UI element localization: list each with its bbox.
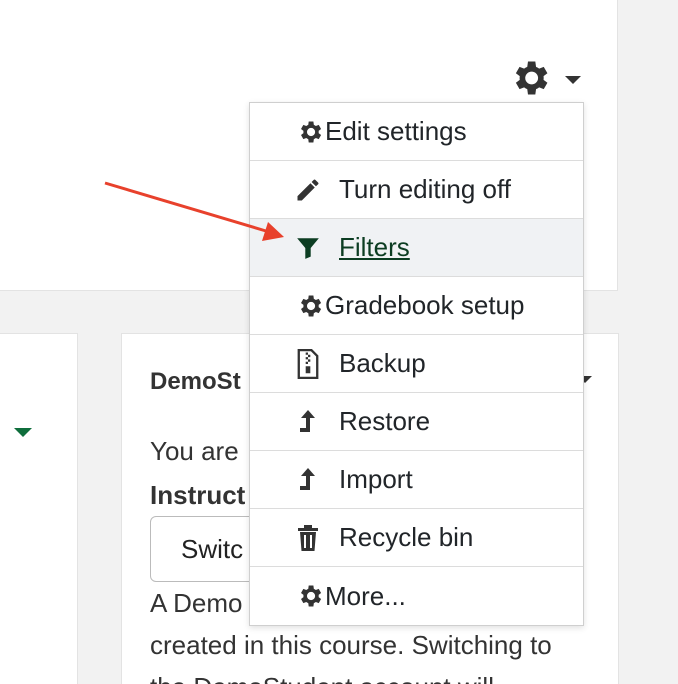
instructor-label: Instruct: [150, 480, 246, 510]
menu-item-label: Restore: [339, 406, 431, 436]
demo-description-line: the DemoStudent account will: [150, 672, 494, 684]
page: DemoSt You are Instruct Switc A Demo cre…: [0, 0, 678, 684]
pencil-icon: [293, 175, 323, 205]
demo-description-line: created in this course. Switching to: [150, 630, 552, 660]
menu-item-label: Gradebook setup: [325, 290, 525, 320]
menu-item-turn-editing-off[interactable]: Turn editing off: [250, 161, 583, 219]
menu-item-recycle-bin[interactable]: Recycle bin: [250, 509, 583, 567]
gear-icon: [295, 291, 325, 321]
menu-item-label: Recycle bin: [339, 522, 474, 552]
menu-item-label: Backup: [339, 348, 426, 378]
menu-item-gradebook-setup[interactable]: Gradebook setup: [250, 277, 583, 335]
chevron-down-icon: [565, 76, 581, 84]
course-actions-dropdown: Edit settings Turn editing off Filters G…: [249, 102, 584, 626]
intro-text: You are: [150, 436, 239, 466]
menu-item-import[interactable]: Import: [250, 451, 583, 509]
gear-icon: [508, 56, 552, 100]
filter-icon: [293, 233, 323, 263]
left-block-card: [0, 333, 78, 684]
menu-item-filters[interactable]: Filters: [250, 219, 583, 277]
gear-icon: [295, 117, 325, 147]
trash-icon: [293, 523, 323, 553]
menu-item-label: Filters: [339, 232, 410, 262]
demo-description-line: A Demo: [150, 588, 243, 618]
course-actions-menu-toggle[interactable]: [508, 56, 588, 100]
gear-icon: [295, 581, 325, 611]
menu-item-label: Turn editing off: [339, 174, 511, 204]
menu-item-more[interactable]: More...: [250, 567, 583, 625]
upload-arrow-icon: [293, 465, 323, 495]
menu-item-backup[interactable]: Backup: [250, 335, 583, 393]
menu-item-label: Import: [339, 464, 413, 494]
block-title: DemoSt: [150, 368, 241, 395]
upload-arrow-icon: [293, 407, 323, 437]
archive-icon: [293, 348, 323, 379]
collapse-caret-icon[interactable]: [14, 428, 32, 437]
menu-item-label: More...: [325, 580, 406, 611]
menu-item-edit-settings[interactable]: Edit settings: [250, 103, 583, 161]
menu-item-restore[interactable]: Restore: [250, 393, 583, 451]
menu-item-label: Edit settings: [325, 116, 467, 146]
